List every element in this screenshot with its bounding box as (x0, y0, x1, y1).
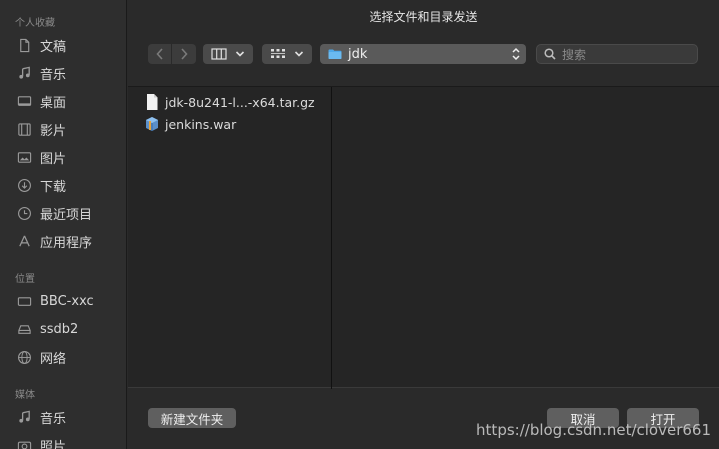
network-icon (16, 349, 32, 365)
camera-icon (16, 437, 32, 449)
file-item[interactable]: jdk-8u241-l...-x64.tar.gz (144, 91, 315, 113)
sidebar-item-label: ssdb2 (40, 321, 79, 337)
file-item[interactable]: jenkins.war (144, 113, 236, 135)
sidebar-item-label: BBC-xxc (40, 293, 94, 309)
music-icon (16, 409, 32, 425)
sidebar-item-label: 最近项目 (40, 207, 93, 223)
sidebar-item-label: 应用程序 (40, 235, 93, 251)
group-mode-button[interactable] (262, 44, 312, 64)
path-popup[interactable]: jdk (320, 44, 526, 64)
sidebar-item-label: 影片 (40, 123, 67, 139)
dialog-title: 选择文件和目录发送 (369, 10, 478, 24)
photo-icon (16, 149, 32, 165)
sidebar: 个人收藏 文稿 音乐 桌面 影片 图片 下载 最近项目 应用程序 位置 BBC-… (0, 0, 127, 449)
file-browser: jdk-8u241-l...-x64.tar.gz jenkins.war (128, 86, 719, 389)
chevron-left-icon (155, 48, 163, 60)
film-icon (16, 121, 32, 137)
apps-icon (16, 233, 32, 249)
nav-buttons (148, 44, 196, 64)
stepper-icon (512, 47, 520, 61)
sidebar-item-drive[interactable]: ssdb2 (16, 318, 124, 340)
download-icon (16, 177, 32, 193)
sidebar-item-label: 音乐 (40, 411, 67, 427)
drive-icon (16, 321, 32, 337)
sidebar-item-movies[interactable]: 影片 (16, 118, 124, 140)
package-icon (146, 117, 158, 131)
document-icon (16, 37, 32, 53)
new-folder-button[interactable]: 新建文件夹 (148, 408, 236, 428)
search-icon (544, 48, 556, 60)
sidebar-item-recents[interactable]: 最近项目 (16, 202, 124, 224)
file-column: jdk-8u241-l...-x64.tar.gz jenkins.war (128, 87, 332, 389)
desktop-icon (16, 93, 32, 109)
file-name: jdk-8u241-l...-x64.tar.gz (165, 94, 315, 110)
sidebar-item-applications[interactable]: 应用程序 (16, 230, 124, 252)
sidebar-item-pictures[interactable]: 图片 (16, 146, 124, 168)
locations-header: 位置 (15, 274, 35, 285)
forward-button[interactable] (172, 44, 196, 64)
media-header: 媒体 (15, 390, 35, 401)
favorites-header: 个人收藏 (15, 18, 55, 29)
back-button[interactable] (148, 44, 172, 64)
sidebar-item-media-photos[interactable]: 照片 (16, 434, 124, 449)
chevron-down-icon (294, 51, 304, 57)
chevron-down-icon (235, 51, 245, 57)
sidebar-item-network[interactable]: 网络 (16, 346, 124, 368)
music-icon (16, 65, 32, 81)
folder-icon (328, 49, 342, 59)
sidebar-item-label: 文稿 (40, 39, 67, 55)
sidebar-item-label: 音乐 (40, 67, 67, 83)
sidebar-item-documents[interactable]: 文稿 (16, 34, 124, 56)
search-field[interactable]: 搜索 (536, 44, 698, 64)
grid-icon (271, 49, 285, 58)
sidebar-item-label: 下载 (40, 179, 67, 195)
archive-icon (147, 94, 158, 110)
sidebar-item-computer[interactable]: BBC-xxc (16, 290, 124, 312)
path-label: jdk (348, 46, 368, 62)
sidebar-item-label: 图片 (40, 151, 67, 167)
clock-icon (16, 205, 32, 221)
sidebar-item-desktop[interactable]: 桌面 (16, 90, 124, 112)
columns-view-icon (211, 48, 227, 60)
sidebar-item-label: 照片 (40, 439, 67, 449)
sidebar-item-downloads[interactable]: 下载 (16, 174, 124, 196)
chevron-right-icon (181, 48, 188, 60)
sidebar-item-media-music[interactable]: 音乐 (16, 406, 124, 428)
main-pane: 选择文件和目录发送 jdk 搜索 jdk-8u241-l...-x64.tar.… (128, 0, 719, 449)
sidebar-item-label: 网络 (40, 351, 67, 367)
computer-icon (16, 293, 32, 309)
search-placeholder: 搜索 (562, 47, 587, 62)
file-name: jenkins.war (165, 116, 237, 132)
sidebar-item-music[interactable]: 音乐 (16, 62, 124, 84)
watermark: https://blog.csdn.net/clover661 (476, 421, 711, 439)
file-dialog: 个人收藏 文稿 音乐 桌面 影片 图片 下载 最近项目 应用程序 位置 BBC-… (0, 0, 719, 449)
view-mode-button[interactable] (203, 44, 253, 64)
sidebar-item-label: 桌面 (40, 95, 67, 111)
